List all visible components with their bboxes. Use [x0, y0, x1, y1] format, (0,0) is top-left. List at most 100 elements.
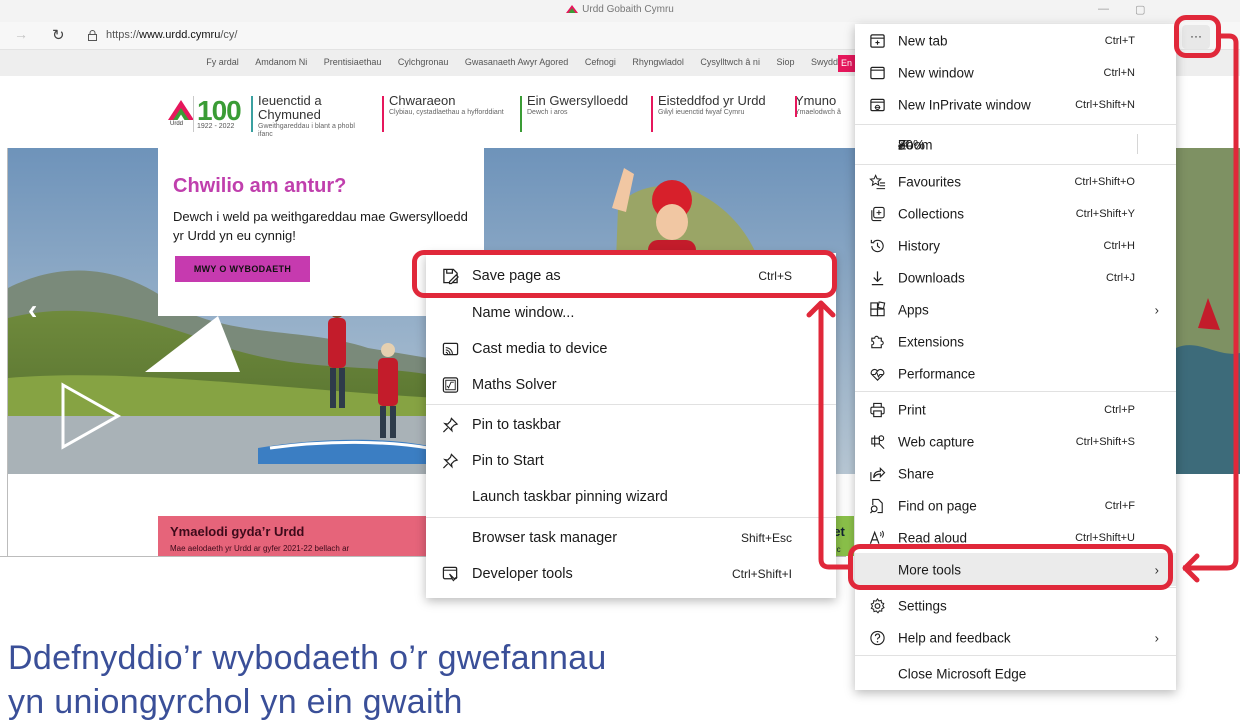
menu-item-downloads[interactable]: Downloads Ctrl+J	[855, 261, 1176, 293]
logo-number: 100	[197, 95, 242, 126]
more-tools-submenu: Save page as Ctrl+S Name window... Cast …	[426, 253, 836, 598]
hero-cta-button[interactable]: MWY O WYBODAETH	[175, 256, 310, 282]
chevron-right-icon: ›	[1154, 630, 1159, 645]
menu-item-pin-to-taskbar[interactable]: Pin to taskbar	[426, 406, 836, 443]
menu-item-close-edge[interactable]: Close Microsoft Edge	[855, 657, 1176, 689]
menu-item-new-inprivate-window[interactable]: New InPrivate window Ctrl+Shift+N	[855, 88, 1176, 120]
menu-item-shortcut: Ctrl+P	[1104, 403, 1135, 416]
menu-item-new-window[interactable]: New window Ctrl+N	[855, 56, 1176, 88]
nav-link[interactable]: Fy ardal	[206, 57, 239, 67]
menu-item-label: Help and feedback	[898, 630, 1011, 645]
chevron-right-icon: ›	[1154, 302, 1159, 317]
highlight-save-page-as	[412, 250, 837, 298]
new-tab-icon	[870, 33, 885, 48]
menu-item-label: Favourites	[898, 174, 962, 190]
zoom-row: Zoom — 80% + ⤢	[855, 127, 1176, 161]
menu-item-label: Share	[898, 466, 935, 481]
menu-item-shortcut: Ctrl+F	[1104, 499, 1135, 512]
menu-item-label: Find on page	[898, 498, 977, 513]
play-icon[interactable]	[60, 382, 122, 450]
menu-item-browser-task-manager[interactable]: Browser task manager Shift+Esc	[426, 519, 836, 556]
nav-column-join[interactable]: Ymuno Ymaelodwch â	[795, 94, 853, 117]
back-arrow-icon[interactable]: →	[14, 26, 28, 42]
join-banner-title: Ymaelodi gyda’r Urdd	[170, 524, 305, 539]
nav-link[interactable]: Cylchgronau	[398, 57, 449, 67]
nav-link[interactable]: Siop	[776, 57, 794, 67]
nav-link[interactable]: Swyddi	[811, 57, 840, 67]
menu-item-new-tab[interactable]: New tab Ctrl+T	[855, 24, 1176, 56]
menu-item-launch-pinning-wizard[interactable]: Launch taskbar pinning wizard	[426, 479, 836, 515]
nav-link[interactable]: Rhyngwladol	[632, 57, 684, 67]
menu-item-collections[interactable]: Collections Ctrl+Shift+Y	[855, 197, 1176, 229]
menu-item-share[interactable]: Share	[855, 457, 1176, 489]
nav-link[interactable]: Gwasanaeth Awyr Agored	[465, 57, 568, 67]
window-title: Urdd Gobaith Cymru	[0, 4, 1240, 15]
menu-item-label: Name window...	[472, 305, 575, 321]
cast-icon	[442, 342, 459, 356]
menu-item-apps[interactable]: Apps ›	[855, 293, 1176, 325]
url-prefix: https://	[106, 29, 140, 41]
nav-column-bar	[651, 96, 653, 132]
menu-item-shortcut: Ctrl+Shift+S	[1075, 435, 1135, 448]
menu-item-shortcut: Ctrl+Shift+U	[1075, 531, 1135, 544]
menu-item-label: Maths Solver	[472, 377, 557, 393]
menu-item-label: Cast media to device	[472, 341, 608, 357]
menu-item-maths-solver[interactable]: Maths Solver	[426, 367, 836, 403]
nav-column-title: Ymuno	[795, 94, 837, 108]
menu-item-performance[interactable]: Performance	[855, 357, 1176, 389]
caption-line: yn uniongyrchol yn ein gwaith	[8, 683, 463, 721]
nav-column-bar	[795, 96, 797, 117]
highlight-more-button	[1174, 15, 1221, 58]
full-screen-button[interactable]: ⤢	[898, 137, 909, 153]
nav-link[interactable]: Prentisiaethau	[324, 57, 382, 67]
menu-item-shortcut: Ctrl+T	[1104, 34, 1135, 47]
menu-separator	[426, 517, 836, 518]
menu-item-find-on-page[interactable]: Find on page Ctrl+F	[855, 489, 1176, 521]
menu-item-label: Performance	[898, 366, 976, 381]
menu-item-label: Read aloud	[898, 530, 968, 545]
nav-column-sub: Ymaelodwch â	[795, 109, 841, 116]
menu-item-developer-tools[interactable]: Developer tools Ctrl+Shift+I	[426, 556, 836, 592]
nav-link[interactable]: Amdanom Ni	[255, 57, 307, 67]
url-field[interactable]: https://www.urdd.cymru/cy/	[106, 29, 237, 41]
menu-item-pin-to-start[interactable]: Pin to Start	[426, 443, 836, 479]
minimize-icon[interactable]: —	[1098, 3, 1109, 15]
menu-item-help-and-feedback[interactable]: Help and feedback ›	[855, 621, 1176, 653]
history-icon	[870, 239, 884, 252]
menu-item-label: History	[898, 238, 941, 253]
menu-separator	[855, 391, 1176, 392]
nav-column-youth[interactable]: Ieuenctid a Chymuned Gweithgareddau i bl…	[251, 94, 368, 139]
nav-column-sport[interactable]: Chwaraeon Clybiau, cystadlaethau a hyffo…	[382, 94, 507, 132]
hero-text: Dewch i weld pa weithgareddau mae Gwersy…	[173, 209, 468, 243]
caption-line: Ddefnyddio’r wybodaeth o’r gwefannau	[8, 639, 607, 677]
menu-item-settings[interactable]: Settings	[855, 589, 1176, 621]
reload-icon[interactable]: ↻	[52, 26, 65, 44]
menu-item-shortcut: Ctrl+H	[1103, 239, 1135, 252]
maximize-icon[interactable]: ▢	[1135, 3, 1145, 16]
nav-link[interactable]: Cysylltwch â ni	[700, 57, 760, 67]
menu-item-favourites[interactable]: Favourites Ctrl+Shift+O	[855, 166, 1176, 197]
menu-item-name-window[interactable]: Name window...	[426, 295, 836, 331]
menu-item-label: Apps	[898, 302, 929, 317]
menu-item-label: Launch taskbar pinning wizard	[472, 489, 668, 505]
nav-column-eisteddfod[interactable]: Eisteddfod yr Urdd Gŵyl ieuenctid fwyaf …	[651, 94, 770, 132]
highlight-more-tools	[848, 544, 1173, 590]
window-title-text: Urdd Gobaith Cymru	[582, 4, 674, 15]
apps-icon	[870, 301, 886, 316]
menu-item-web-capture[interactable]: Web capture Ctrl+Shift+S	[855, 425, 1176, 457]
menu-item-history[interactable]: History Ctrl+H	[855, 229, 1176, 261]
favourites-icon	[869, 174, 886, 190]
menu-item-print[interactable]: Print Ctrl+P	[855, 393, 1176, 425]
carousel-prev-icon[interactable]: ‹	[28, 294, 37, 326]
nav-column-camps[interactable]: Ein Gwersylloedd Dewch i aros	[520, 94, 645, 132]
arrowhead-icon	[1182, 553, 1200, 583]
menu-item-extensions[interactable]: Extensions	[855, 325, 1176, 357]
menu-separator	[855, 655, 1176, 656]
menu-item-shortcut: Shift+Esc	[740, 530, 792, 545]
menu-item-shortcut: Ctrl+Shift+N	[1075, 98, 1135, 111]
print-icon	[870, 402, 885, 417]
menu-item-label: Extensions	[898, 334, 965, 349]
join-banner-text: Mae aelodaeth yr Urdd ar gyfer 2021-22 b…	[170, 544, 350, 553]
menu-item-cast-media[interactable]: Cast media to device	[426, 331, 836, 367]
nav-link[interactable]: Cefnogi	[585, 57, 616, 67]
